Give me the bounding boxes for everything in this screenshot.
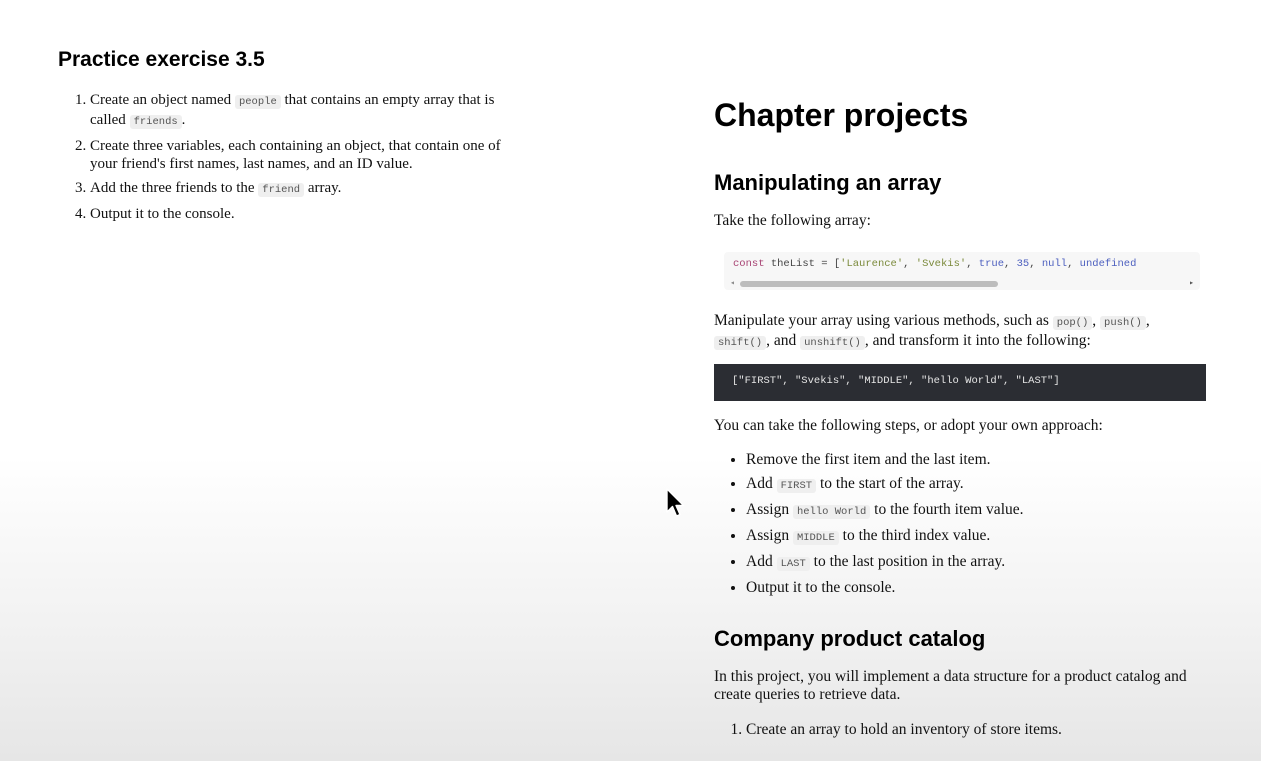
inline-code-unshift: unshift() [800, 336, 865, 350]
code-line: const theList = ['Laurence', 'Svekis', t… [733, 258, 1136, 270]
item-text: . [181, 112, 186, 128]
list-item: Add LAST to the last position in the arr… [746, 553, 1024, 573]
result-code-block: ["FIRST", "Svekis", "MIDDLE", "hello Wor… [714, 364, 1206, 401]
item-text: to the fourth item value. [870, 501, 1024, 518]
practice-exercise-title: Practice exercise 3.5 [58, 48, 265, 71]
code-identifier: theList = [ [764, 258, 841, 270]
list-item: Add FIRST to the start of the array. [746, 475, 1024, 495]
manipulating-array-title: Manipulating an array [714, 170, 942, 195]
inline-code-middle: MIDDLE [792, 531, 839, 545]
inline-code-first: FIRST [776, 479, 817, 493]
mouse-cursor-icon [666, 488, 686, 523]
list-item: Create three variables, each containing … [90, 137, 530, 173]
code-separator: , [1067, 258, 1080, 270]
para-text: , and [766, 332, 801, 349]
code-string: 'Laurence' [840, 258, 904, 270]
para-text: , and transform it into the following: [864, 332, 1091, 349]
item-text: Add [746, 553, 777, 570]
para-text: Manipulate your array using various meth… [714, 312, 1053, 329]
scroll-right-arrow-icon[interactable]: ▸ [1189, 278, 1194, 288]
list-item: Output it to the console. [746, 579, 1024, 597]
item-text: Output it to the console. [746, 579, 896, 596]
item-text: Assign [746, 501, 793, 518]
para-text: , [1092, 312, 1101, 329]
item-text: Create an object named [90, 92, 235, 108]
manipulate-paragraph: Manipulate your array using various meth… [714, 312, 1194, 352]
code-separator: , [1029, 258, 1042, 270]
list-item: Remove the first item and the last item. [746, 451, 1024, 469]
item-text: Add [746, 475, 777, 492]
chapter-projects-title: Chapter projects [714, 97, 969, 133]
steps-intro-text: You can take the following steps, or ado… [714, 417, 1103, 434]
code-string: 'Svekis' [915, 258, 967, 270]
code-horizontal-scrollbar[interactable]: ◂ ▸ [730, 278, 1194, 288]
item-text: Assign [746, 527, 793, 544]
array-intro-text: Take the following array: [714, 212, 871, 229]
inline-code-push: push() [1100, 316, 1146, 330]
code-separator: , [903, 258, 916, 270]
list-item: Assign MIDDLE to the third index value. [746, 527, 1024, 547]
code-literal: true [978, 258, 1005, 270]
para-text: , [1145, 312, 1150, 329]
code-separator: , [966, 258, 979, 270]
inline-code-friends: friends [129, 115, 182, 129]
inline-code-shift: shift() [714, 336, 767, 350]
inline-code-last: LAST [776, 557, 810, 571]
inline-code-hello-world: hello World [792, 505, 871, 519]
code-separator: , [1004, 258, 1017, 270]
array-code-block: const theList = ['Laurence', 'Svekis', t… [724, 252, 1200, 290]
inline-code-pop: pop() [1052, 316, 1093, 330]
result-code-text: ["FIRST", "Svekis", "MIDDLE", "hello Wor… [732, 375, 1060, 387]
practice-exercise-list: Create an object named people that conta… [58, 91, 530, 229]
item-text: array. [304, 180, 342, 196]
product-catalog-title: Company product catalog [714, 626, 986, 651]
scroll-left-arrow-icon[interactable]: ◂ [730, 278, 735, 288]
item-text: to the third index value. [838, 527, 991, 544]
list-item: Add the three friends to the friend arra… [90, 179, 530, 199]
inline-code-friend: friend [258, 183, 305, 197]
item-text: Remove the first item and the last item. [746, 451, 991, 468]
list-item: Assign hello World to the fourth item va… [746, 501, 1024, 521]
catalog-list: Create an array to hold an inventory of … [714, 721, 1062, 739]
item-text: to the last position in the array. [809, 553, 1006, 570]
code-literal: undefined [1079, 258, 1137, 270]
list-item: Create an object named people that conta… [90, 91, 530, 131]
item-text: Add the three friends to the [90, 180, 259, 196]
list-item: Create an array to hold an inventory of … [746, 721, 1062, 739]
code-literal: null [1041, 258, 1068, 270]
catalog-intro-text: In this project, you will implement a da… [714, 668, 1187, 703]
inline-code-people: people [234, 95, 281, 109]
list-item: Output it to the console. [90, 205, 530, 223]
steps-list: Remove the first item and the last item.… [714, 451, 1024, 603]
code-keyword: const [733, 258, 765, 270]
code-literal: 35 [1016, 258, 1030, 270]
scroll-thumb[interactable] [740, 281, 998, 287]
item-text: to the start of the array. [816, 475, 964, 492]
